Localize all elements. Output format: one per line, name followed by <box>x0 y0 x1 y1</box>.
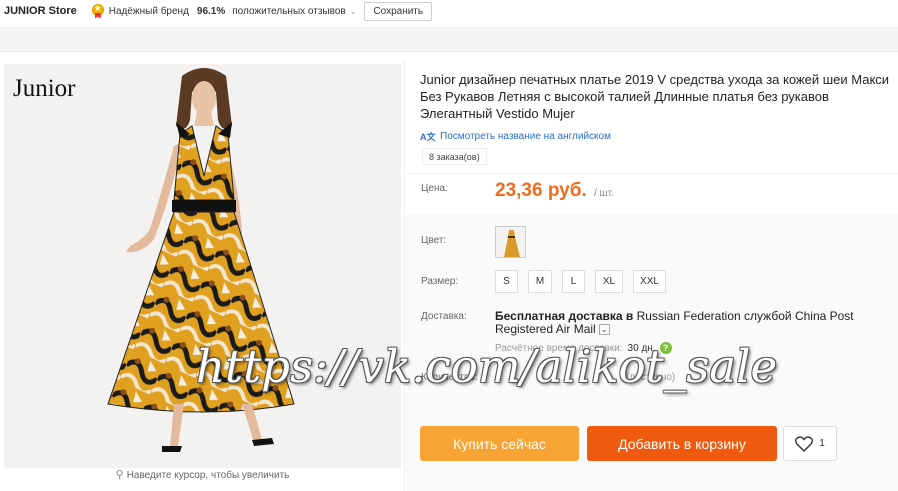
color-label: Цвет: <box>421 235 447 246</box>
product-photo[interactable]: Junior <box>4 64 401 468</box>
translate-link-label[interactable]: Посмотреть название на английском <box>440 131 611 142</box>
orders-count: 8 заказа(ов) <box>422 148 487 165</box>
size-option[interactable]: L <box>562 270 585 293</box>
price-value: 23,36 руб. <box>495 180 587 201</box>
size-option[interactable]: M <box>528 270 552 293</box>
trusted-brand-medal-icon <box>91 3 104 19</box>
magnifier-icon: ⚲ <box>115 469 124 481</box>
feedback-label[interactable]: положительных отзывов <box>232 6 345 17</box>
price-label: Цена: <box>421 183 448 194</box>
color-swatch[interactable] <box>495 226 526 258</box>
trusted-brand-label: Надёжный бренд <box>108 5 189 17</box>
translate-link[interactable]: A文 Посмотреть название на английском <box>420 130 611 143</box>
product-title: Junior дизайнер печатных платье 2019 V с… <box>420 72 890 121</box>
translate-icon: A文 <box>420 132 436 142</box>
shipping-label: Доставка: <box>421 311 467 322</box>
chevron-down-icon[interactable]: ⌄ <box>598 324 610 336</box>
size-option[interactable]: XL <box>595 270 623 293</box>
save-store-button[interactable]: Сохранить <box>364 1 433 21</box>
size-option[interactable]: XXL <box>633 270 666 293</box>
positive-rating: 96.1% <box>196 5 226 17</box>
zoom-hint: ⚲ Наведите курсор, чтобы увеличить <box>115 469 290 481</box>
size-label: Размер: <box>421 276 459 287</box>
store-nav-strip <box>0 27 898 52</box>
store-name[interactable]: JUNIOR Store <box>4 5 77 17</box>
watermark-text: https://vk.com/alikot_sale <box>196 340 778 393</box>
price-row: Цена: 23,36 руб. / шт. <box>406 173 898 213</box>
price-unit: / шт. <box>594 188 614 199</box>
buy-now-button[interactable]: Купить сейчас <box>420 426 579 461</box>
chevron-down-icon[interactable]: ⌄ <box>350 7 357 16</box>
store-header: JUNIOR Store Надёжный бренд 96.1% положи… <box>0 0 898 22</box>
wishlist-count: 1 <box>819 438 825 449</box>
add-to-cart-button[interactable]: Добавить в корзину <box>587 426 777 461</box>
shipping-method[interactable]: Бесплатная доставка в Russian Federation… <box>495 310 895 336</box>
size-option[interactable]: S <box>495 270 518 293</box>
wishlist-button[interactable]: 1 <box>783 426 837 461</box>
model-in-dress-image <box>107 68 295 452</box>
color-swatch-thumbnail <box>496 227 525 257</box>
heart-icon <box>795 435 814 452</box>
size-selector: S M L XL XXL <box>495 270 676 293</box>
product-gallery: Junior ⚲ Наведите курсор, чтобы увеличит… <box>0 60 405 491</box>
